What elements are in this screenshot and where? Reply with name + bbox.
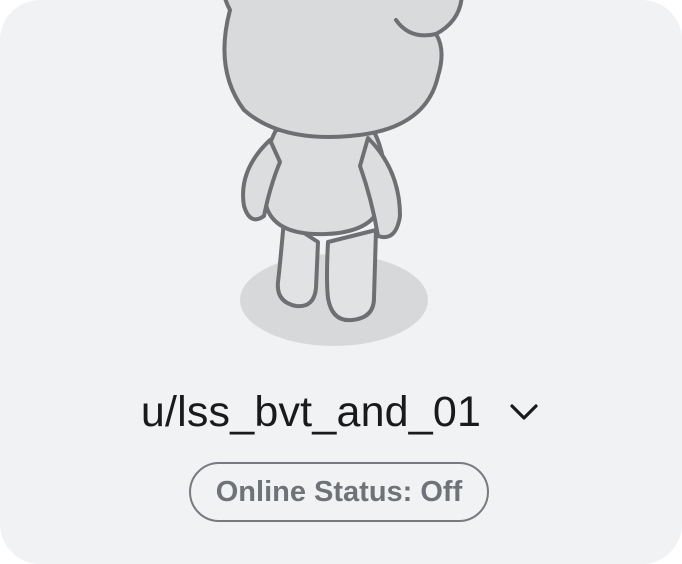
online-status-label: Online Status: Off: [215, 475, 463, 508]
profile-card: u/lss_bvt_and_01 Online Status: Off: [0, 0, 682, 564]
username-label: u/lss_bvt_and_01: [140, 387, 482, 436]
snoo-avatar-icon: [222, 0, 464, 346]
chevron-down-icon[interactable]: [507, 395, 541, 429]
username-row[interactable]: u/lss_bvt_and_01: [0, 380, 682, 444]
online-status-button[interactable]: Online Status: Off: [189, 462, 489, 522]
